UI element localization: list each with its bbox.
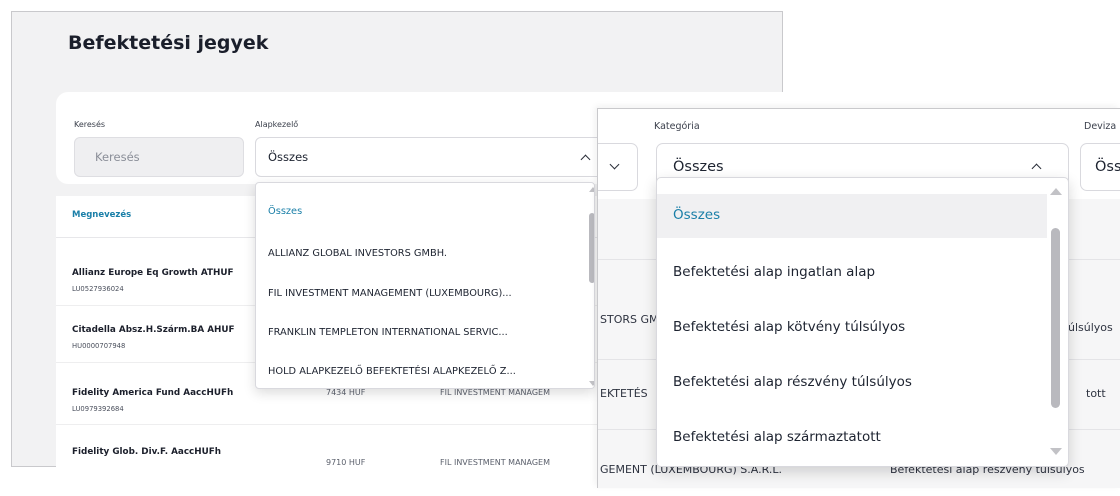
fund-row-name[interactable]: Fidelity America Fund AaccHUFh [72, 388, 233, 398]
scrollbar-thumb[interactable] [589, 213, 594, 283]
search-label: Keresés [74, 120, 106, 129]
category-option[interactable]: Befektetési alap kötvény túlsúlyos [673, 319, 905, 335]
manager-select-value: Összes [268, 150, 309, 164]
scroll-up-arrow-icon[interactable] [589, 187, 594, 192]
currency-select-value: Öss [1095, 159, 1120, 175]
fund-row-isin: HU0000707948 [72, 342, 126, 350]
scroll-down-arrow-icon[interactable] [1050, 448, 1062, 455]
category-option[interactable]: Összes [673, 207, 720, 223]
currency-label: Deviza [1084, 121, 1117, 132]
scrollbar-thumb[interactable] [1051, 228, 1060, 408]
category-option[interactable]: Befektetési alap ingatlan alap [673, 264, 875, 280]
fund-row-value: 7434 HUF [326, 388, 366, 397]
fund-row-name[interactable]: Fidelity Glob. Div.F. AaccHUFh [72, 447, 221, 457]
manager-option[interactable]: Összes [268, 206, 302, 217]
category-option[interactable]: Befektetési alap részvény túlsúlyos [673, 374, 912, 390]
currency-select[interactable]: Öss [1080, 143, 1120, 191]
fund-row-manager: FIL INVESTMENT MANAGEM [440, 458, 551, 467]
fund-row-name[interactable]: Citadella Absz.H.Szárm.BA AHUF [72, 325, 235, 335]
search-input[interactable]: Keresés [74, 137, 244, 177]
scroll-down-arrow-icon[interactable] [589, 381, 594, 386]
scroll-up-arrow-icon[interactable] [1050, 188, 1062, 195]
manager-option[interactable]: HOLD ALAPKEZELŐ BEFEKTETÉSI ALAPKEZELŐ Z… [268, 366, 516, 377]
manager-dropdown-list: Összes ALLIANZ GLOBAL INVESTORS GMBH. FI… [255, 182, 595, 389]
chevron-down-icon[interactable] [609, 159, 620, 170]
fund-row-isin: LU0527936024 [72, 285, 124, 293]
manager-option[interactable]: ALLIANZ GLOBAL INVESTORS GMBH. [268, 248, 447, 259]
column-header-name[interactable]: Megnevezés [72, 210, 131, 220]
chevron-up-icon[interactable] [580, 154, 591, 165]
zoomed-category-panel: Kategória Deviza Összes Öss STORS GM úls… [597, 108, 1120, 488]
fund-row-isin: LU0979392684 [72, 405, 124, 413]
table-cell-fragment: tott [1086, 387, 1106, 400]
category-select-value: Összes [673, 159, 724, 175]
category-label: Kategória [654, 121, 700, 132]
manager-select[interactable]: Összes [255, 137, 605, 177]
fund-row-manager: FIL INVESTMENT MANAGEM [440, 388, 551, 397]
manager-option[interactable]: FIL INVESTMENT MANAGEMENT (LUXEMBOURG)..… [268, 288, 512, 299]
manager-option[interactable]: FRANKLIN TEMPLETON INTERNATIONAL SERVIC.… [268, 327, 508, 338]
table-cell-fragment: EKTETÉS [600, 387, 648, 400]
search-placeholder: Keresés [95, 150, 140, 164]
table-cell-fragment: úlsúlyos [1068, 321, 1113, 334]
selected-option-highlight [256, 197, 584, 229]
fund-row-name[interactable]: Allianz Europe Eq Growth ATHUF [72, 268, 233, 278]
fund-row-value: 9710 HUF [326, 458, 366, 467]
manager-select-partial[interactable] [598, 143, 638, 191]
table-cell-fragment: STORS GM [600, 313, 659, 326]
category-option[interactable]: Befektetési alap származtatott [673, 429, 881, 445]
page-title: Befektetési jegyek [68, 32, 269, 54]
manager-label: Alapkezelő [255, 120, 299, 129]
chevron-up-icon[interactable] [1031, 163, 1042, 174]
category-dropdown-list: Összes Befektetési alap ingatlan alap Be… [656, 177, 1069, 467]
